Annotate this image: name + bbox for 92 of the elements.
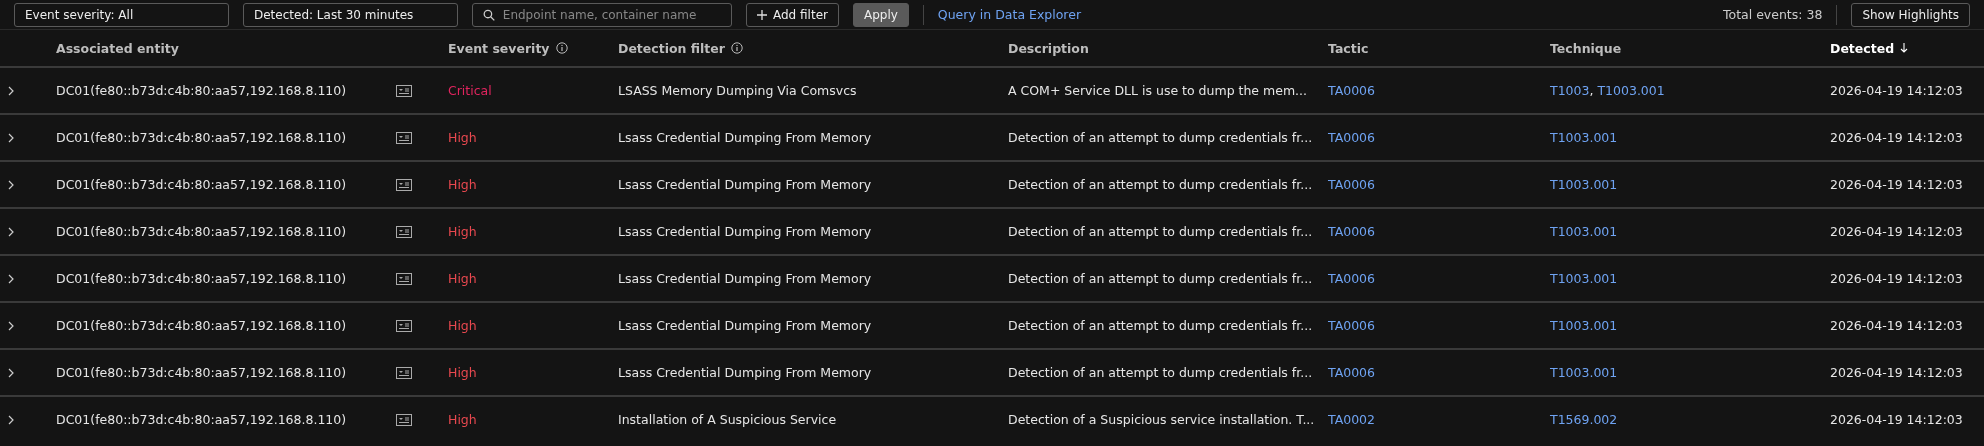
card-icon [396, 272, 412, 285]
search-icon [483, 8, 495, 21]
severity-cell-text: High [448, 318, 478, 333]
add-filter-button[interactable]: Add filter [746, 2, 839, 27]
column-header[interactable]: Detected [1830, 40, 1895, 56]
technique-link[interactable]: T1003 [1550, 83, 1590, 98]
card-icon [396, 413, 412, 426]
detection-filter-cell-text: Lsass Credential Dumping From Memory [618, 271, 873, 286]
column-header[interactable]: Detection filter [618, 40, 725, 56]
description-cell-text: Detection of an attempt to dump credentials fr... [1008, 130, 1314, 145]
technique-link[interactable]: T1003.001 [1597, 83, 1665, 98]
description-cell-text: Detection of an attempt to dump credentials fr... [1008, 224, 1314, 239]
filter-dropdown[interactable]: Event severity: All [14, 2, 229, 27]
severity-cell-text: Critical [448, 83, 493, 98]
chevron-right-icon [8, 132, 14, 143]
detected-cell-text: 2026-04-19 14:12:03 [1830, 130, 1964, 145]
description-cell-text: Detection of an attempt to dump credentials fr... [1008, 365, 1314, 380]
technique-link[interactable]: T1003.001 [1550, 177, 1618, 192]
tactic-link[interactable]: TA0006 [1328, 224, 1376, 239]
column-header[interactable]: Technique [1550, 40, 1622, 56]
severity-cell-text: High [448, 271, 478, 286]
highlights-toggle[interactable]: Show Highlights [1851, 2, 1970, 27]
total-events: Total events: 38 [1723, 7, 1823, 22]
detection-filter-cell-text: Lsass Credential Dumping From Memory [618, 224, 873, 239]
detected-cell-text: 2026-04-19 14:12:03 [1830, 83, 1964, 98]
detection-filter-cell-text: Lsass Credential Dumping From Memory [618, 318, 873, 333]
detection-filter-cell-text: Lsass Credential Dumping From Memory [618, 365, 873, 380]
card-icon [396, 225, 412, 238]
technique-link[interactable]: T1003.001 [1550, 224, 1618, 239]
severity-cell-text: High [448, 365, 478, 380]
detected-cell-text: 2026-04-19 14:12:03 [1830, 412, 1964, 427]
search-field[interactable]: Endpoint name, container name [472, 2, 732, 27]
entity-cell-text: DC01(fe80::b73d:c4b:80:aa57,192.168.8.110) [56, 224, 348, 239]
description-cell-text: Detection of an attempt to dump credentials fr... [1008, 318, 1314, 333]
tactic-link[interactable]: TA0006 [1328, 318, 1376, 333]
entity-cell-text: DC01(fe80::b73d:c4b:80:aa57,192.168.8.110) [56, 83, 348, 98]
column-header[interactable]: Event severity [448, 40, 550, 56]
chevron-right-icon [8, 414, 14, 425]
detected-cell-text: 2026-04-19 14:12:03 [1830, 318, 1964, 333]
column-header[interactable]: Description [1008, 40, 1089, 56]
tactic-link[interactable]: TA0006 [1328, 365, 1376, 380]
description-cell-text: A COM+ Service DLL is use to dump the mem... [1008, 83, 1308, 98]
detected-cell-text: 2026-04-19 14:12:03 [1830, 177, 1964, 192]
severity-cell-text: High [448, 177, 478, 192]
tactic-link[interactable]: TA0002 [1328, 412, 1376, 427]
card-icon [396, 84, 412, 97]
chevron-right-icon [8, 367, 14, 378]
severity-cell-text: High [448, 412, 478, 427]
detection-filter-cell-text: Installation of A Suspicious Service [618, 412, 838, 427]
chevron-right-icon [8, 320, 14, 331]
tactic-link[interactable]: TA0006 [1328, 130, 1376, 145]
column-header[interactable]: Associated entity [56, 40, 179, 56]
technique-link[interactable]: T1003.001 [1550, 365, 1618, 380]
entity-cell-text: DC01(fe80::b73d:c4b:80:aa57,192.168.8.110) [56, 130, 348, 145]
plus-icon [757, 9, 767, 20]
chevron-right-icon [8, 179, 14, 190]
description-cell-text: Detection of a Suspicious service installation. T... [1008, 412, 1316, 427]
card-icon [396, 178, 412, 191]
chevron-right-icon [8, 226, 14, 237]
filter-dropdown[interactable]: Detected: Last 30 minutes [243, 2, 458, 27]
entity-cell-text: DC01(fe80::b73d:c4b:80:aa57,192.168.8.110) [56, 365, 348, 380]
tactic-link[interactable]: TA0006 [1328, 177, 1376, 192]
tactic-link[interactable]: TA0006 [1328, 83, 1376, 98]
card-icon [396, 319, 412, 332]
technique-link[interactable]: T1569.002 [1550, 412, 1618, 427]
entity-cell-text: DC01(fe80::b73d:c4b:80:aa57,192.168.8.110) [56, 318, 348, 333]
card-icon [396, 131, 412, 144]
sort-down-icon [1900, 43, 1909, 53]
detection-filter-cell-text: LSASS Memory Dumping Via Comsvcs [618, 83, 858, 98]
detection-filter-cell-text: Lsass Credential Dumping From Memory [618, 177, 873, 192]
apply-button[interactable]: Apply [852, 2, 909, 27]
description-cell-text: Detection of an attempt to dump credentials fr... [1008, 177, 1314, 192]
technique-link[interactable]: T1003.001 [1550, 271, 1618, 286]
entity-cell-text: DC01(fe80::b73d:c4b:80:aa57,192.168.8.110) [56, 412, 348, 427]
technique-link[interactable]: T1003.001 [1550, 130, 1618, 145]
card-icon [396, 366, 412, 379]
chevron-right-icon [8, 85, 14, 96]
comma-separator: , [1589, 83, 1594, 98]
detected-cell-text: 2026-04-19 14:12:03 [1830, 224, 1964, 239]
description-cell-text: Detection of an attempt to dump credentials fr... [1008, 271, 1314, 286]
severity-cell-text: High [448, 224, 478, 239]
tactic-link[interactable]: TA0006 [1328, 271, 1376, 286]
column-header[interactable]: Tactic [1328, 40, 1369, 56]
query-link[interactable]: Query in Data Explorer [937, 7, 1082, 22]
chevron-right-icon [8, 273, 14, 284]
technique-link[interactable]: T1003.001 [1550, 318, 1618, 333]
entity-cell-text: DC01(fe80::b73d:c4b:80:aa57,192.168.8.110) [56, 271, 348, 286]
severity-cell-text: High [448, 130, 478, 145]
detected-cell-text: 2026-04-19 14:12:03 [1830, 365, 1964, 380]
detected-cell-text: 2026-04-19 14:12:03 [1830, 271, 1964, 286]
entity-cell-text: DC01(fe80::b73d:c4b:80:aa57,192.168.8.110) [56, 177, 348, 192]
detection-filter-cell-text: Lsass Credential Dumping From Memory [618, 130, 873, 145]
